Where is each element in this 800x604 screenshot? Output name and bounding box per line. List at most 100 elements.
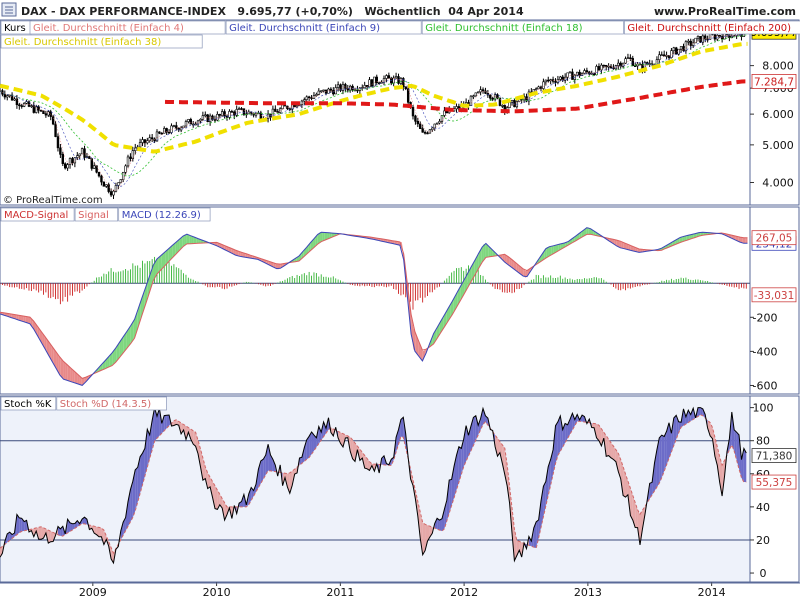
stoch-tick-label: 40 (756, 501, 770, 514)
candle-body (559, 77, 561, 79)
price-tick-label: 8.000 (762, 60, 794, 73)
candle-body (57, 137, 59, 148)
stoch-fill-segment (261, 459, 263, 483)
candle-body (629, 58, 631, 59)
candle-body (202, 116, 204, 120)
candle-body (692, 43, 694, 46)
candle-body (617, 63, 619, 65)
candle-body (272, 109, 274, 117)
stoch-fill-segment (41, 527, 43, 540)
candle-body (511, 100, 513, 102)
stoch-fill-segment (744, 449, 746, 483)
candle-body (219, 114, 221, 115)
candle-body (431, 128, 433, 130)
price-tick-label: 4.000 (762, 176, 794, 189)
candle-body (308, 97, 310, 98)
candle-body (603, 65, 605, 66)
x-tick-label: 2010 (203, 586, 231, 599)
candle-body (207, 115, 209, 122)
candle-body (110, 192, 112, 195)
candle-body (436, 123, 438, 124)
candle-body (103, 182, 105, 186)
stoch-fill-segment (99, 527, 101, 536)
candle-body (233, 112, 235, 115)
macd-tick-label: -200 (753, 311, 778, 324)
stoch-fill-segment (39, 527, 41, 540)
candle-body (680, 46, 682, 49)
candle-body (328, 89, 330, 93)
candle-body (52, 117, 54, 124)
candle-body (190, 119, 192, 124)
candle-body (74, 158, 76, 163)
candle-body (675, 48, 677, 54)
stoch-fill-segment (164, 415, 166, 430)
candle-body (470, 96, 472, 105)
x-tick-label: 2014 (698, 586, 726, 599)
candle-body (151, 138, 153, 139)
candle-body (456, 106, 458, 108)
candle-body (545, 80, 547, 82)
candle-body (30, 106, 32, 107)
macd-legend-item: MACD (12.26.9) (122, 210, 201, 221)
candle-body (555, 81, 557, 82)
candle-body (229, 111, 231, 117)
candle-body (108, 185, 110, 192)
stoch-legend: Stoch %KStoch %D (14.3.5) (1, 397, 167, 410)
chart-canvas: DAX - DAX PERFORMANCE-INDEX 9.695,77 (+0… (0, 0, 800, 600)
candle-body (417, 121, 419, 124)
candle-body (76, 156, 78, 158)
candle-body (535, 89, 537, 90)
candle-body (315, 94, 317, 95)
macd-fill-segment (745, 238, 747, 244)
header-website: www.ProRealTime.com (654, 5, 796, 18)
x-tick-label: 2009 (79, 586, 107, 599)
stoch-fill-segment (659, 435, 661, 483)
candle-body (238, 109, 240, 110)
macd-fill-segment (743, 238, 745, 244)
candle-body (369, 80, 371, 87)
x-tick-label: 2013 (574, 586, 602, 599)
candle-body (282, 105, 284, 109)
candle-body (323, 90, 325, 91)
candle-body (14, 99, 16, 100)
candle-body (38, 107, 40, 110)
x-tick-label: 2011 (326, 586, 354, 599)
candle-body (16, 99, 18, 105)
price-legend-item: Gleit. Durchschnitt (Einfach 200) (627, 23, 791, 34)
price-legend-item: Gleit. Durchschnitt (Einfach 4) (33, 23, 184, 34)
candle-body (395, 76, 397, 77)
stoch-tick-label: 0 (760, 567, 767, 580)
candle-body (579, 72, 581, 75)
candle-body (67, 165, 69, 168)
candle-body (62, 154, 64, 163)
candle-body (101, 176, 103, 182)
candle-body (598, 66, 600, 70)
candle-body (55, 124, 57, 137)
candle-body (47, 112, 49, 115)
candle-body (608, 66, 610, 67)
candle-body (632, 58, 634, 65)
candle-body (547, 80, 549, 81)
candle-body (11, 95, 13, 100)
candle-body (120, 180, 122, 183)
price-legend-item: Gleit. Durchschnitt (Einfach 9) (229, 23, 380, 34)
candle-body (325, 90, 327, 93)
candle-body (139, 143, 141, 147)
candle-body (697, 36, 699, 38)
candle-body (690, 41, 692, 45)
candle-body (656, 60, 658, 65)
macd-legend-item: MACD-Signal (4, 210, 68, 221)
macd-tick-label: -600 (753, 379, 778, 392)
candle-body (243, 109, 245, 115)
candle-body (381, 82, 383, 83)
candle-body (6, 96, 8, 97)
candle-body (373, 77, 375, 86)
price-legend-ma38-item: Gleit. Durchschnitt (Einfach 38) (4, 37, 161, 48)
candle-body (26, 102, 28, 104)
candle-body (18, 105, 20, 106)
candle-body (200, 119, 202, 121)
candle-body (501, 105, 503, 106)
candle-body (287, 106, 289, 109)
candle-body (214, 119, 216, 120)
candle-body (117, 183, 119, 186)
